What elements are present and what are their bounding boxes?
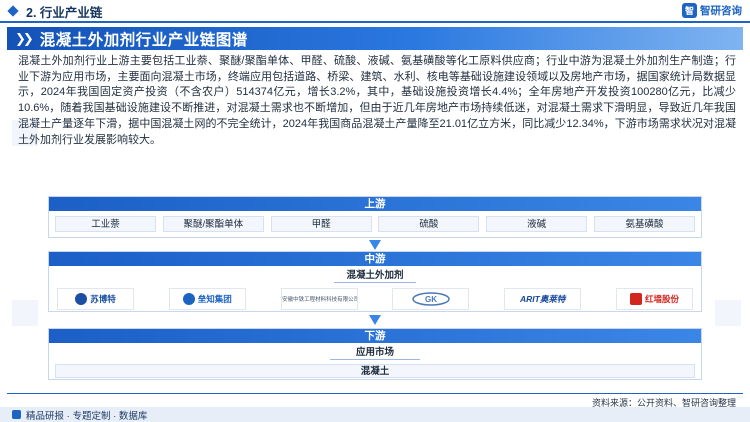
company-logo-sobute: 苏博特 (57, 288, 134, 310)
down-arrow-icon (369, 240, 381, 250)
company-logo-anhui-zhongtie: 安徽中铁工程材料科技有限公司 (280, 288, 358, 310)
upstream-item: 甲醛 (270, 216, 372, 232)
upstream-item: 硫酸 (378, 216, 480, 232)
upstream-item: 工业萘 (55, 216, 156, 232)
watermark-icon (12, 300, 38, 326)
upstream-item: 液碱 (486, 216, 588, 232)
company-logos: 苏博特 垒知集团 安徽中铁工程材料科技有限公司 GK ARIT奥莱特 红墙股份 (49, 288, 701, 310)
footer-divider (7, 393, 743, 394)
company-name: ARIT奥莱特 (520, 294, 566, 304)
upstream-header: 上游 (49, 197, 701, 211)
company-logo-gk: GK (392, 288, 470, 310)
description-paragraph: 混凝土外加剂行业上游主要包括工业萘、聚醚/聚酯单体、甲醛、硫酸、液碱、氨基磺酸等… (18, 55, 736, 146)
sobute-logo-icon (75, 293, 88, 305)
company-logo-leizhi: 垒知集团 (168, 288, 246, 310)
company-logo-hongqiang: 红墙股份 (615, 288, 693, 310)
company-name: 垒知集团 (197, 294, 232, 304)
page-title: 混凝土外加剂行业产业链图谱 (39, 31, 248, 49)
gk-logo-icon: GK (412, 292, 450, 306)
down-arrow-icon (369, 315, 381, 325)
midstream-header: 中游 (49, 252, 701, 266)
midstream-sublabel: 混凝土外加剂 (334, 269, 416, 283)
upstream-item: 氨基磺酸 (593, 216, 695, 232)
company-name: 苏博特 (90, 294, 116, 304)
company-name: 安徽中铁工程材料科技有限公司 (282, 297, 358, 303)
downstream-panel: 下游 应用市场 混凝土 (48, 328, 702, 380)
watermark-icon (715, 300, 741, 326)
bottom-bar: 精品研报 · 专题定制 · 数据库 (0, 407, 750, 422)
brand-icon: 智 (682, 3, 697, 18)
hongqiang-logo-icon (629, 293, 642, 305)
section-bullet-icon (7, 5, 19, 17)
double-chevron-icon: ❯❯ (15, 30, 34, 46)
report-icon (12, 410, 21, 419)
company-name: 红墙股份 (644, 294, 679, 304)
leizhi-logo-icon (182, 293, 195, 305)
downstream-market: 应用市场 (330, 346, 420, 360)
upstream-items: 工业萘 聚醚/聚酯单体 甲醛 硫酸 液碱 氨基磺酸 (49, 216, 701, 232)
upstream-item: 聚醚/聚酯单体 (162, 216, 264, 232)
upstream-panel: 上游 工业萘 聚醚/聚酯单体 甲醛 硫酸 液碱 氨基磺酸 (48, 196, 702, 238)
svg-text:GK: GK (425, 295, 437, 304)
company-logo-arit: ARIT奥莱特 (504, 288, 582, 310)
midstream-panel: 中游 混凝土外加剂 苏博特 垒知集团 安徽中铁工程材料科技有限公司 GK ARI… (48, 251, 702, 312)
brand-name: 智研咨询 (700, 5, 742, 17)
footer-tagline: 精品研报 · 专题定制 · 数据库 (26, 410, 148, 422)
downstream-header: 下游 (49, 329, 701, 343)
section-label: 2. 行业产业链 (26, 5, 103, 20)
brand-logo[interactable]: 智 智研咨询 (682, 3, 742, 18)
downstream-product: 混凝土 (55, 364, 695, 378)
header-divider (0, 21, 750, 23)
title-bar: ❯❯ 混凝土外加剂行业产业链图谱 (7, 27, 743, 50)
top-header: 2. 行业产业链 (0, 0, 750, 22)
